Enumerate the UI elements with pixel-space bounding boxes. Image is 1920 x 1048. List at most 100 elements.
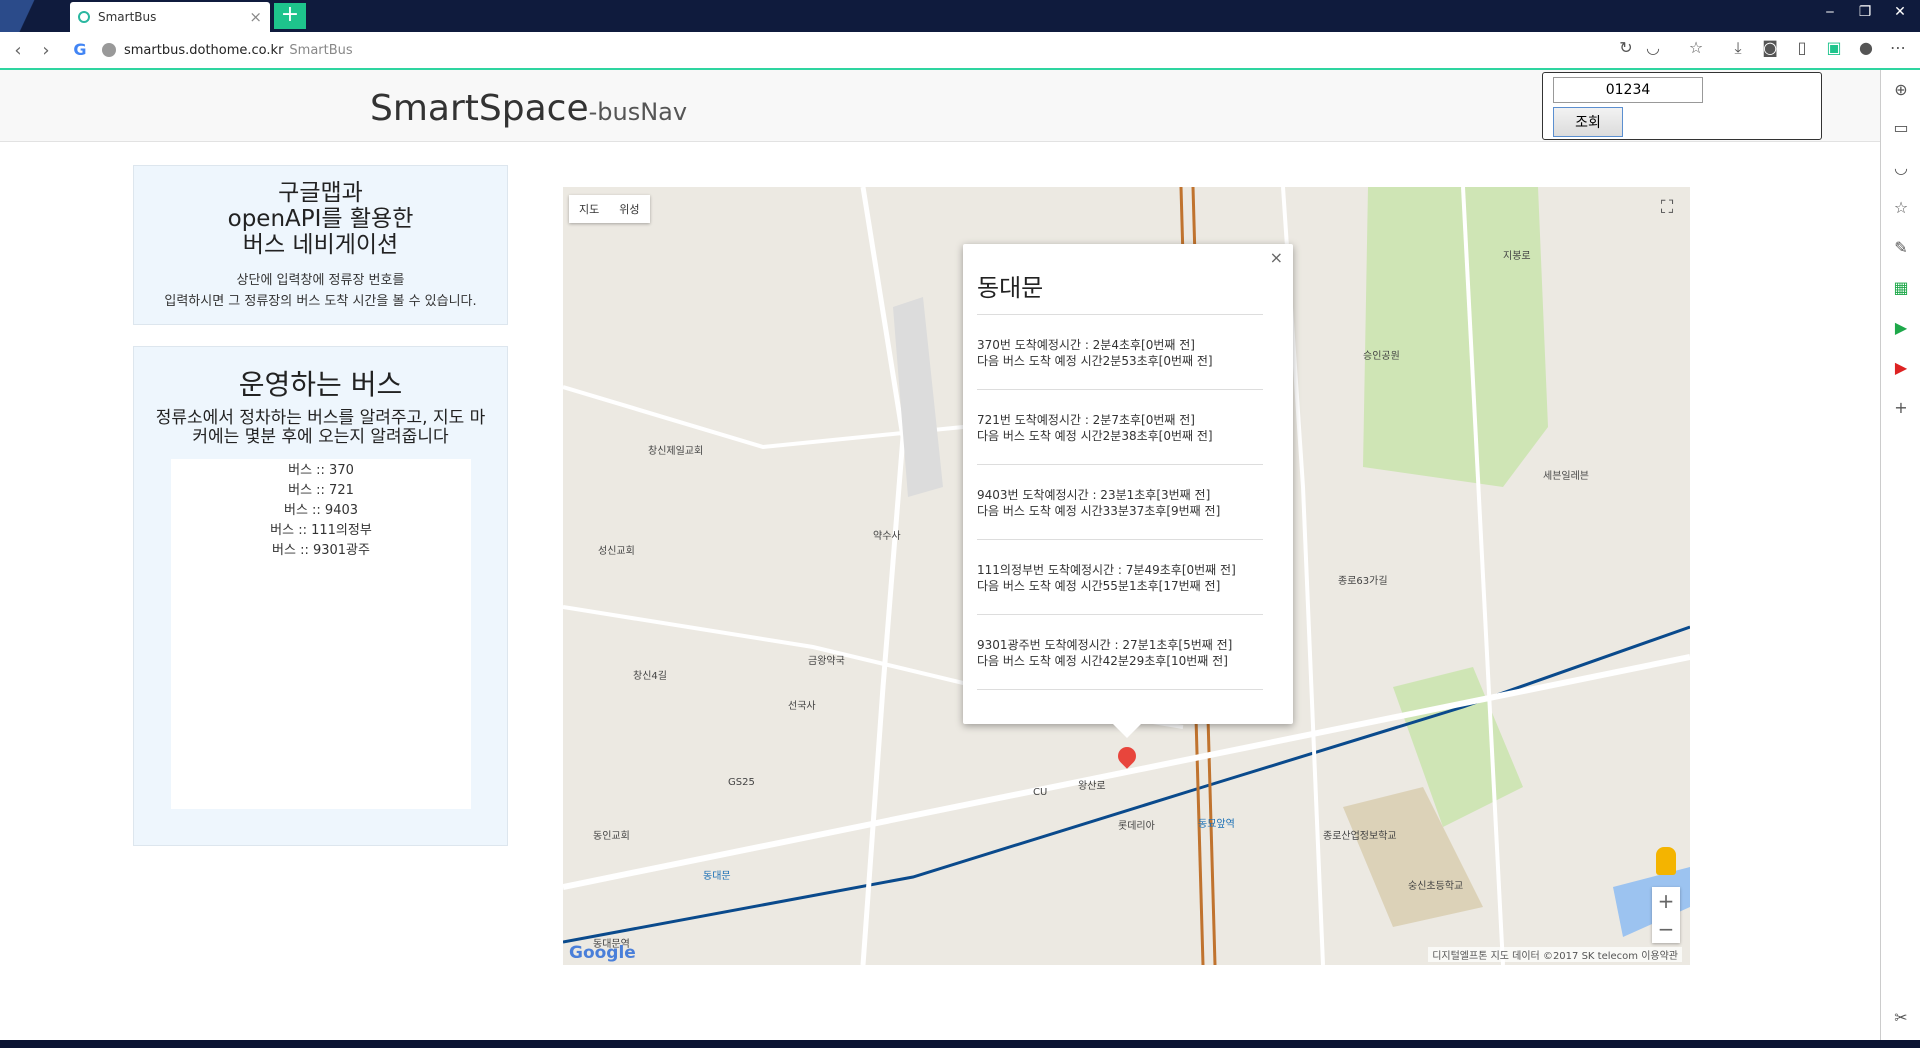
- title-main: SmartSpace: [370, 88, 589, 129]
- street-view-pegman-icon[interactable]: [1656, 847, 1676, 875]
- zoom-control: + −: [1652, 887, 1680, 943]
- profile-icon[interactable]: ●: [1853, 38, 1879, 57]
- arrival-item: 9403번 도착예정시간 : 23분1초후[3번째 전] 다음 버스 도착 예정…: [977, 465, 1263, 540]
- bus-desc-line1: 정류소에서 정차하는 버스를 알려주고, 지도 마: [155, 408, 486, 428]
- pocket-icon[interactable]: ◡: [1640, 38, 1666, 57]
- intro-panel: 구글맵과 openAPI를 활용한 버스 네비게이션 상단에 입력창에 정류장 …: [133, 165, 508, 325]
- intro-description: 상단에 입력창에 정류장 번호를 입력하시면 그 정류장의 버스 도착 시간을 …: [134, 270, 507, 312]
- capture-icon[interactable]: ◙: [1757, 38, 1783, 57]
- bus-panel-heading: 운영하는 버스: [238, 368, 403, 401]
- intro-desc-line1: 상단에 입력창에 정류장 번호를: [236, 273, 405, 288]
- download-icon[interactable]: ⤓: [1725, 38, 1751, 58]
- map-type-map[interactable]: 지도: [569, 195, 609, 223]
- next-arrival-time: 다음 버스 도착 예정 시간55분1초후[17번째 전]: [977, 579, 1221, 593]
- back-icon[interactable]: ‹: [4, 40, 32, 61]
- intro-heading-line2: openAPI를 활용한: [227, 206, 414, 232]
- bus-panel: 운영하는 버스 정류소에서 정차하는 버스를 알려주고, 지도 마 커에는 몇분…: [133, 346, 508, 846]
- map-label: 동인교회: [593, 831, 630, 842]
- query-button[interactable]: 조회: [1553, 107, 1623, 137]
- favorites-icon[interactable]: ☆: [1889, 196, 1913, 220]
- stop-name: 동대문: [977, 274, 1044, 302]
- map-label: 동묘앞역: [1198, 819, 1235, 830]
- info-window: × 동대문 370번 도착예정시간 : 2분4초후[0번째 전] 다음 버스 도…: [963, 244, 1293, 738]
- arrival-time: 370번 도착예정시간 : 2분4초후[0번째 전]: [977, 338, 1195, 352]
- tab-favicon-icon: [78, 11, 90, 23]
- map-label: GS25: [728, 777, 755, 788]
- zoom-in-icon[interactable]: +: [1652, 887, 1680, 915]
- browser-tab[interactable]: SmartBus ×: [70, 2, 270, 32]
- bus-list-item: 버스 :: 111의정부: [270, 523, 372, 538]
- forward-icon[interactable]: ›: [32, 40, 60, 61]
- new-tab-button[interactable]: +: [274, 3, 306, 29]
- bus-list-item: 버스 :: 9301광주: [272, 543, 370, 558]
- reload-icon[interactable]: ↻: [1613, 38, 1639, 57]
- site-icon: [102, 43, 116, 57]
- notes-icon[interactable]: ✎: [1889, 236, 1913, 260]
- stop-search-box: 조회: [1542, 72, 1822, 140]
- bus-list-item: 버스 :: 721: [288, 483, 354, 498]
- add-panel-icon[interactable]: +: [1889, 396, 1913, 420]
- map-label: 창신제일교회: [648, 446, 704, 457]
- pin-icon[interactable]: ✂: [1889, 1006, 1913, 1030]
- menu-icon[interactable]: ⋯: [1885, 38, 1911, 57]
- zoom-icon[interactable]: ⊕: [1889, 78, 1913, 102]
- map-label: 세븐일레븐: [1543, 471, 1589, 482]
- map-label: 창신4길: [633, 671, 667, 682]
- close-window-icon[interactable]: ✕: [1885, 4, 1915, 20]
- arrival-time: 721번 도착예정시간 : 2분7초후[0번째 전]: [977, 413, 1195, 427]
- next-arrival-time: 다음 버스 도착 예정 시간2분38초후[0번째 전]: [977, 429, 1213, 443]
- url-field[interactable]: smartbus.dothome.co.kr SmartBus: [102, 35, 353, 65]
- map-label: 왕산로: [1078, 781, 1106, 792]
- youtube-icon[interactable]: ▶: [1889, 356, 1913, 380]
- info-window-tail: [1113, 724, 1141, 738]
- next-arrival-time: 다음 버스 도착 예정 시간42분29초후[10번째 전]: [977, 654, 1228, 668]
- stop-number-input[interactable]: [1553, 77, 1703, 103]
- play-icon[interactable]: ▶: [1889, 316, 1913, 340]
- next-arrival-time: 다음 버스 도착 예정 시간2분53초후[0번째 전]: [977, 354, 1213, 368]
- title-sub: -busNav: [588, 98, 688, 126]
- google-map[interactable]: 승인공원 동대문 동묘앞역 종로63가길 숭신초등학교 종로산업정보학교 세븐일…: [563, 187, 1690, 965]
- zoom-out-icon[interactable]: −: [1652, 915, 1680, 943]
- bus-panel-description: 정류소에서 정차하는 버스를 알려주고, 지도 마 커에는 몇분 후에 오는지 …: [134, 409, 507, 447]
- map-label: CU: [1033, 787, 1048, 798]
- map-type-satellite[interactable]: 위성: [609, 195, 649, 223]
- map-type-control: 지도 위성: [569, 195, 650, 223]
- bus-list: 버스 :: 370 버스 :: 721 버스 :: 9403 버스 :: 111…: [171, 459, 471, 809]
- map-label: 롯데리아: [1118, 821, 1155, 832]
- info-window-close-icon[interactable]: ×: [1270, 248, 1283, 267]
- map-label: 약수사: [873, 531, 901, 542]
- sidebar-toggle-icon[interactable]: ▣: [1821, 38, 1847, 57]
- arrival-item: 111의정부번 도착예정시간 : 7분49초후[0번째 전] 다음 버스 도착 …: [977, 540, 1263, 615]
- tab-close-icon[interactable]: ×: [249, 8, 262, 26]
- fullscreen-icon[interactable]: ⛶: [1654, 197, 1680, 223]
- table-icon[interactable]: ▦: [1889, 276, 1913, 300]
- intro-heading-line1: 구글맵과: [278, 180, 363, 206]
- map-label: 종로63가길: [1338, 576, 1388, 587]
- google-icon[interactable]: G: [68, 38, 92, 62]
- pocket-icon[interactable]: ◡: [1889, 156, 1913, 180]
- arrival-item: 721번 도착예정시간 : 2분7초후[0번째 전] 다음 버스 도착 예정 시…: [977, 390, 1263, 465]
- map-label: 성신교회: [598, 546, 635, 557]
- reader-icon[interactable]: ▯: [1789, 38, 1815, 57]
- restore-icon[interactable]: ❐: [1850, 4, 1880, 20]
- site-title: SmartSpace-busNav: [370, 88, 687, 129]
- bookmark-star-icon[interactable]: ☆: [1683, 38, 1709, 57]
- arrival-time: 9301광주번 도착예정시간 : 27분1초후[5번째 전]: [977, 638, 1233, 652]
- google-logo: Google: [569, 943, 636, 963]
- minimize-icon[interactable]: ‒: [1815, 4, 1845, 20]
- browser-logo-decoration: [0, 0, 70, 32]
- map-copyright: 디지털엘프톤 지도 데이터 ©2017 SK telecom 이용약관: [1428, 947, 1682, 962]
- wallet-icon[interactable]: ▭: [1889, 116, 1913, 140]
- arrival-item: 370번 도착예정시간 : 2분4초후[0번째 전] 다음 버스 도착 예정 시…: [977, 315, 1263, 390]
- page: SmartSpace-busNav 조회 구글맵과 openAPI를 활용한 버…: [0, 70, 1880, 1040]
- map-label: 지봉로: [1503, 251, 1531, 262]
- map-label: 승인공원: [1363, 351, 1400, 362]
- bus-desc-line2: 커에는 몇분 후에 오는지 알려줍니다: [192, 427, 449, 447]
- map-label: 동대문: [703, 871, 731, 882]
- bus-list-item: 버스 :: 370: [288, 463, 354, 478]
- tab-title: SmartBus: [98, 10, 157, 24]
- arrival-list: 370번 도착예정시간 : 2분4초후[0번째 전] 다음 버스 도착 예정 시…: [977, 314, 1263, 690]
- arrival-time: 9403번 도착예정시간 : 23분1초후[3번째 전]: [977, 488, 1211, 502]
- browser-tab-bar: SmartBus × + ‒ ❐ ✕: [0, 0, 1920, 32]
- url-host: smartbus.dothome.co.kr: [124, 42, 284, 58]
